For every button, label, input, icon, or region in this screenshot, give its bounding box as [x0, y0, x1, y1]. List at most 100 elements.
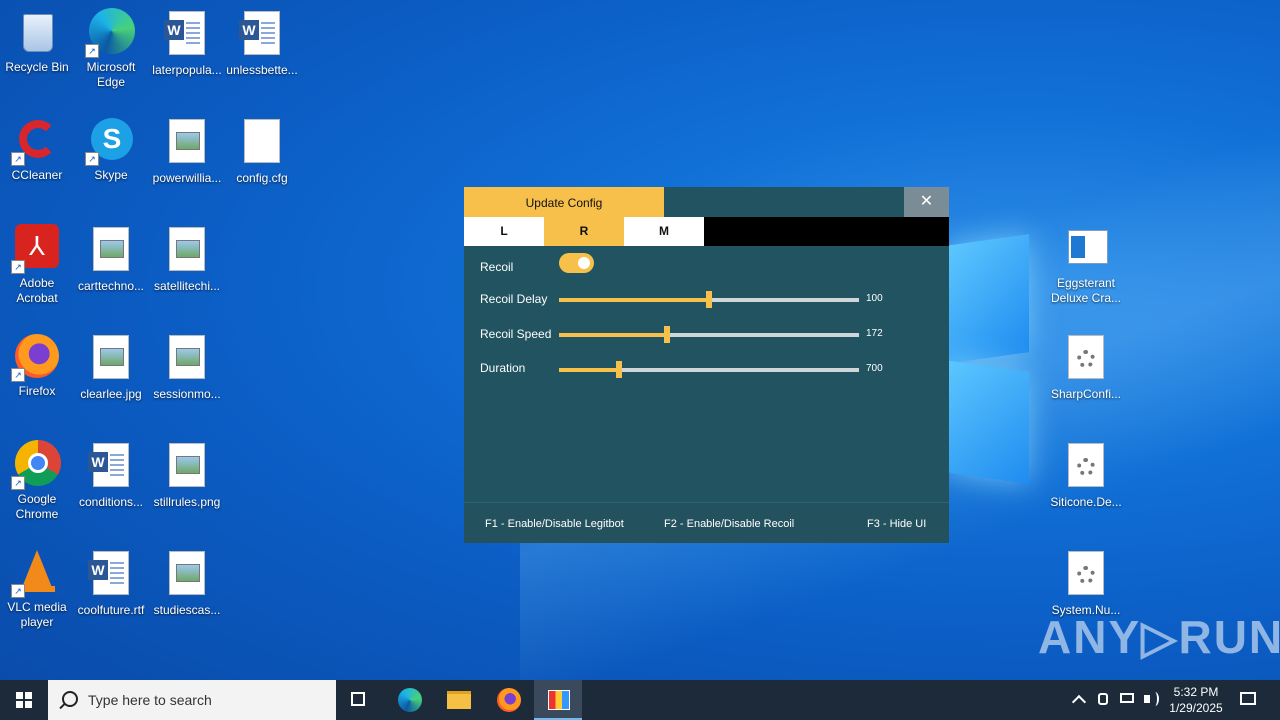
- ccleaner-icon: ↗: [11, 116, 61, 166]
- desktop-icon-recycle-bin[interactable]: Recycle Bin: [0, 8, 74, 75]
- settings-file-icon: [1062, 551, 1110, 599]
- desktop-icon-conditions[interactable]: W conditions...: [74, 440, 148, 510]
- image-file-icon: [87, 335, 135, 383]
- hotkey-f3: F3 - Hide UI: [867, 518, 927, 530]
- wallpaper-windows-logo: [945, 234, 1031, 484]
- icon-label: SharpConfi...: [1050, 387, 1122, 401]
- icon-label: Adobe Acrobat: [16, 276, 58, 305]
- window-title: Update Config: [464, 187, 664, 217]
- close-button[interactable]: ✕: [904, 187, 949, 217]
- acrobat-icon: ⅄ ↗: [11, 224, 61, 274]
- desktop-icon-coolfuture[interactable]: W coolfuture.rtf: [74, 548, 148, 618]
- taskbar-edge[interactable]: [386, 680, 434, 720]
- desktop-icon-powerwillia[interactable]: powerwillia...: [150, 116, 224, 186]
- icon-label: Firefox: [18, 384, 56, 398]
- word-file-icon: W: [87, 443, 135, 491]
- desktop-icon-microsoft-edge[interactable]: ↗ Microsoft Edge: [74, 8, 148, 90]
- desktop-icon-skype[interactable]: S ↗ Skype: [74, 116, 148, 183]
- recoil-delay-label: Recoil Delay: [480, 292, 548, 306]
- blank-file-icon: [238, 119, 286, 167]
- anyrun-watermark: ANY▷RUN: [1038, 611, 1280, 663]
- desktop-icon-siticone[interactable]: Siticone.De...: [1049, 440, 1123, 510]
- image-file-icon: [163, 443, 211, 491]
- recoil-speed-label: Recoil Speed: [480, 327, 552, 341]
- edge-icon: ↗: [85, 8, 135, 58]
- slider-fill: [559, 368, 619, 372]
- word-file-icon: W: [163, 11, 211, 59]
- app-icon: [548, 690, 570, 710]
- desktop-icon-carttechno[interactable]: carttechno...: [74, 224, 148, 294]
- word-file-icon: W: [238, 11, 286, 59]
- slider-thumb[interactable]: [616, 361, 622, 378]
- app-window-icon: [1062, 224, 1110, 272]
- slider-fill: [559, 333, 667, 337]
- desktop-icon-system-nu[interactable]: System.Nu...: [1049, 548, 1123, 618]
- icon-label: coolfuture.rtf: [77, 603, 145, 617]
- icon-label: Recycle Bin: [5, 60, 69, 74]
- search-icon: [62, 691, 78, 707]
- desktop-icon-satellitechi[interactable]: satellitechi...: [150, 224, 224, 294]
- desktop-icon-clearlee[interactable]: clearlee.jpg: [74, 332, 148, 402]
- hotkey-f1: F1 - Enable/Disable Legitbot: [485, 518, 624, 530]
- settings-file-icon: [1062, 335, 1110, 383]
- icon-label: stillrules.png: [153, 495, 221, 509]
- icon-label: unlessbette...: [226, 63, 298, 77]
- slider-thumb[interactable]: [664, 326, 670, 343]
- firefox-icon: [497, 688, 521, 712]
- recoil-delay-slider[interactable]: [559, 291, 859, 308]
- icon-label: Eggsterant Deluxe Cra...: [1050, 276, 1122, 305]
- duration-slider[interactable]: [559, 361, 859, 378]
- vlc-icon: ↗: [11, 548, 61, 598]
- icon-label: config.cfg: [236, 171, 288, 185]
- desktop-icon-adobe-acrobat[interactable]: ⅄ ↗ Adobe Acrobat: [0, 224, 74, 306]
- icon-label: Siticone.De...: [1050, 495, 1122, 509]
- desktop-icon-laterpopula[interactable]: W laterpopula...: [150, 8, 224, 78]
- tab-l[interactable]: L: [464, 217, 544, 246]
- image-file-icon: [163, 335, 211, 383]
- image-file-icon: [87, 227, 135, 275]
- icon-label: carttechno...: [77, 279, 145, 293]
- recoil-toggle[interactable]: [559, 253, 594, 273]
- taskbar-firefox[interactable]: [485, 680, 533, 720]
- windows-icon: [16, 692, 32, 708]
- image-file-icon: [163, 227, 211, 275]
- recoil-label: Recoil: [480, 260, 514, 274]
- desktop-icon-stillrules[interactable]: stillrules.png: [150, 440, 224, 510]
- taskbar-search-box[interactable]: Type here to search: [48, 680, 336, 720]
- folder-icon: [447, 691, 471, 709]
- toggle-knob: [578, 257, 590, 269]
- desktop-icon-vlc[interactable]: ↗ VLC media player: [0, 548, 74, 630]
- clock-date: 1/29/2025: [1169, 701, 1223, 715]
- icon-label: powerwillia...: [152, 171, 222, 185]
- icon-label: Microsoft Edge: [86, 60, 136, 89]
- recoil-speed-slider[interactable]: [559, 326, 859, 343]
- tab-m[interactable]: M: [624, 217, 704, 246]
- icon-label: studiescas...: [153, 603, 221, 617]
- taskbar-active-app[interactable]: [534, 680, 582, 720]
- desktop-icon-google-chrome[interactable]: ↗ Google Chrome: [0, 440, 74, 522]
- clock-time: 5:32 PM: [1173, 685, 1219, 699]
- desktop-icon-sessionmo[interactable]: sessionmo...: [150, 332, 224, 402]
- update-config-window: Update Config ✕ L R M Recoil Recoil Dela…: [464, 187, 949, 543]
- duration-value: 700: [866, 363, 883, 374]
- taskbar-file-explorer[interactable]: [435, 680, 483, 720]
- icon-label: sessionmo...: [153, 387, 221, 401]
- tab-r[interactable]: R: [544, 217, 624, 246]
- desktop-icon-firefox[interactable]: ↗ Firefox: [0, 332, 74, 399]
- word-file-icon: W: [87, 551, 135, 599]
- slider-thumb[interactable]: [706, 291, 712, 308]
- start-button[interactable]: [0, 680, 48, 720]
- task-view-icon: [351, 692, 365, 706]
- desktop-icon-config-cfg[interactable]: config.cfg: [225, 116, 299, 186]
- desktop-icon-sharpconfi[interactable]: SharpConfi...: [1049, 332, 1123, 402]
- settings-file-icon: [1062, 443, 1110, 491]
- taskbar-clock[interactable]: 5:32 PM 1/29/2025: [1162, 684, 1230, 716]
- desktop-icon-ccleaner[interactable]: ↗ CCleaner: [0, 116, 74, 183]
- desktop-icon-studiescas[interactable]: studiescas...: [150, 548, 224, 618]
- recoil-speed-value: 172: [866, 328, 883, 339]
- desktop-icon-eggsterant[interactable]: Eggsterant Deluxe Cra...: [1049, 224, 1123, 306]
- task-view-button[interactable]: [336, 680, 384, 720]
- title-bar[interactable]: Update Config ✕: [464, 187, 949, 217]
- desktop-icon-unlessbette[interactable]: W unlessbette...: [225, 8, 299, 78]
- recoil-delay-value: 100: [866, 293, 883, 304]
